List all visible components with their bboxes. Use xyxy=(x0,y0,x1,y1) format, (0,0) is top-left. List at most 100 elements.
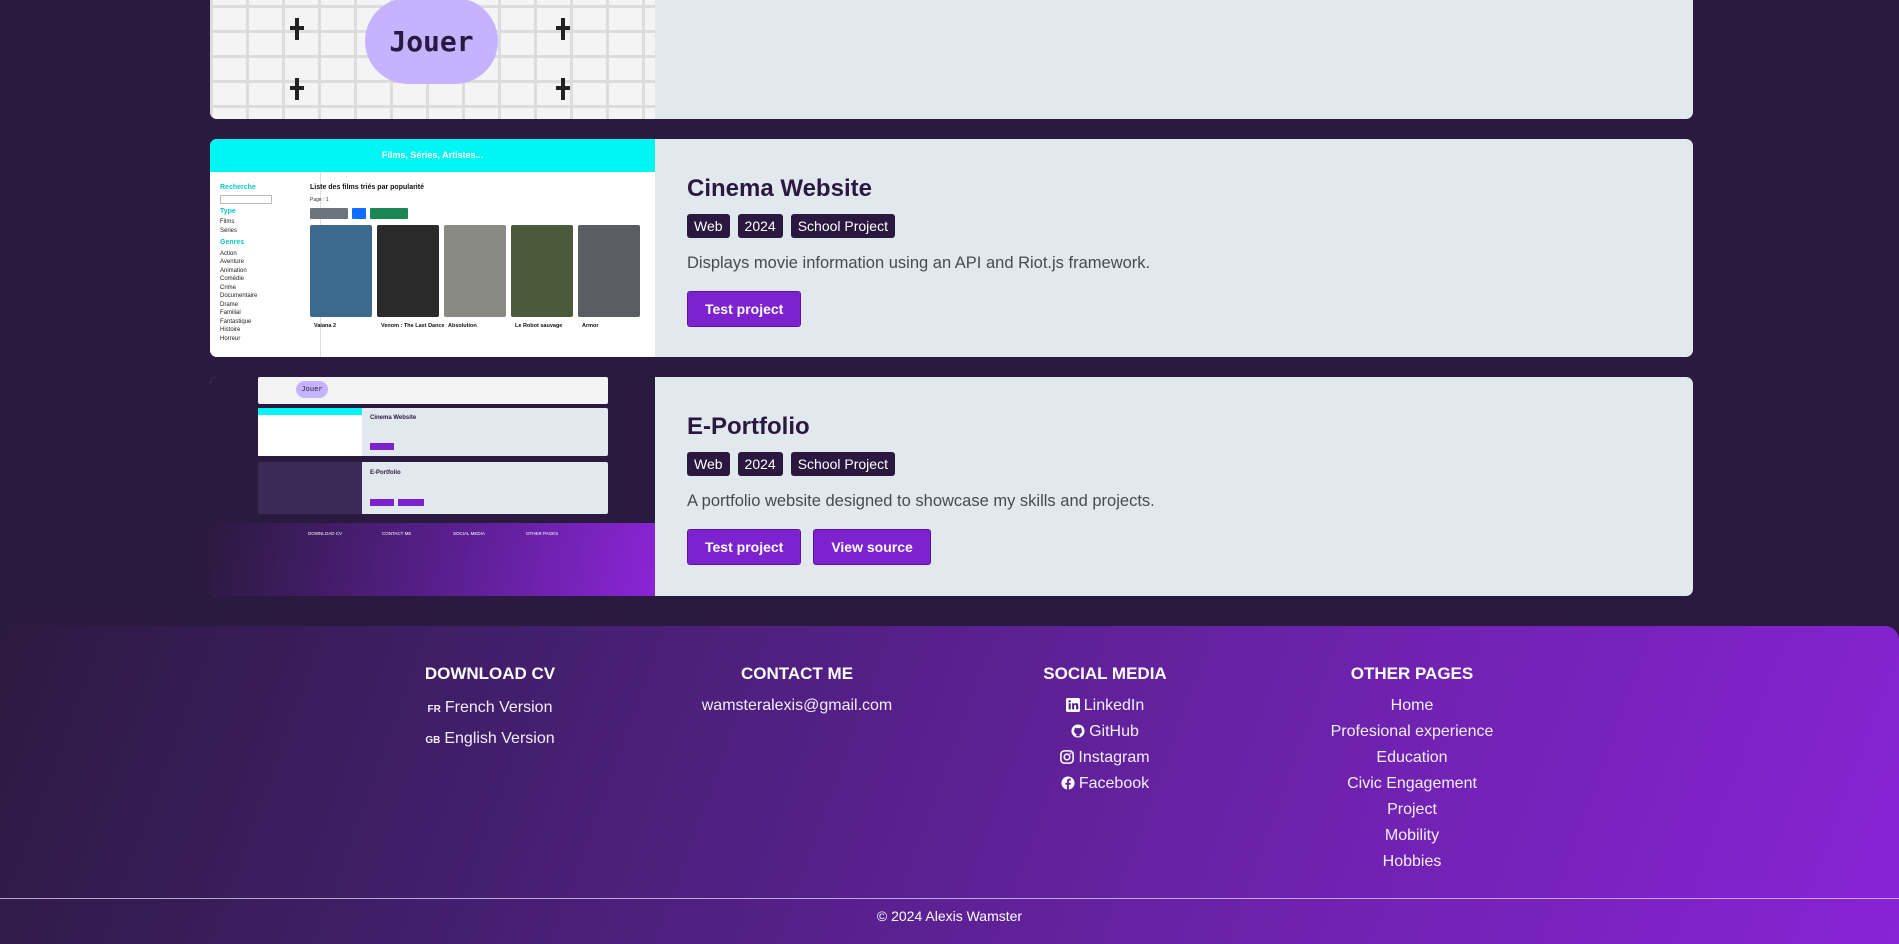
footer-contact: CONTACT ME wamsteralexis@gmail.com xyxy=(682,664,912,719)
cinema-sidebar: Recherche Type Films Séries Genres Actio… xyxy=(210,172,321,357)
mini-play-pill: Jouer xyxy=(296,381,328,398)
tag: School Project xyxy=(790,214,895,238)
mini-button xyxy=(398,499,424,506)
project-actions: Test project View source xyxy=(687,529,1155,565)
footer-download-cv: DOWNLOAD CV FR French Version GB English V… xyxy=(390,664,590,755)
sidebar-item: Fantastique xyxy=(220,318,252,325)
tag: Web xyxy=(687,452,730,476)
facebook-icon xyxy=(1061,776,1075,790)
mini-footer-col: OTHER PAGES xyxy=(526,531,559,536)
facebook-link[interactable]: Facebook xyxy=(1005,771,1205,797)
test-project-button[interactable]: Test project xyxy=(687,529,802,565)
sidebar-heading: Type xyxy=(220,207,236,215)
link-label: Facebook xyxy=(1078,775,1150,792)
footer-heading: DOWNLOAD CV xyxy=(424,664,556,683)
project-info: Cinema Website Web 2024 School Project D… xyxy=(687,175,1150,327)
nav-link-home[interactable]: Home xyxy=(1287,693,1537,719)
tag: Web xyxy=(687,214,730,238)
sidebar-item: Familial xyxy=(220,310,241,316)
mini-thumb xyxy=(258,462,362,514)
tag: School Project xyxy=(790,452,895,476)
poster-row: Vaiana 2 Venom : The Last Dance Absoluti… xyxy=(310,225,655,329)
tag: 2024 xyxy=(737,452,783,476)
cinema-header: Films, Séries, Artistes... xyxy=(210,139,655,172)
nav-link-project[interactable]: Project xyxy=(1287,797,1537,823)
gb-flag-icon: GB xyxy=(425,735,441,746)
poster-title: Absolution xyxy=(448,323,477,329)
cross-marker xyxy=(556,18,570,40)
view-source-button[interactable]: View source xyxy=(813,529,931,565)
sidebar-search-box xyxy=(220,194,272,204)
instagram-icon xyxy=(1060,750,1075,764)
tag: 2024 xyxy=(737,214,783,238)
footer-divider xyxy=(0,898,1899,899)
sidebar-item: Drame xyxy=(220,301,239,308)
sidebar-item: Crime xyxy=(220,284,236,291)
next-button xyxy=(370,208,408,219)
nav-link-civic[interactable]: Civic Engagement xyxy=(1287,771,1537,797)
footer-heading: SOCIAL MEDIA xyxy=(1043,664,1167,683)
movie-poster: Armor xyxy=(578,225,640,329)
english-cv-link[interactable]: GB English Version xyxy=(390,724,590,755)
movie-poster: Venom : The Last Dance xyxy=(377,225,445,329)
nav-link-experience[interactable]: Profesional experience xyxy=(1287,719,1537,745)
mini-footer-col: DOWNLOAD CV xyxy=(308,531,343,536)
project-thumbnail: Jouer xyxy=(210,0,655,119)
mini-thumb xyxy=(258,408,362,456)
page-indicator: Page : 1 xyxy=(310,197,329,203)
footer-other-pages: OTHER PAGES Home Profesional experience … xyxy=(1287,664,1537,875)
footer-social: SOCIAL MEDIA LinkedIn GitHub Instagram F… xyxy=(1005,664,1205,797)
movie-poster: Le Robot sauvage xyxy=(511,225,573,329)
mini-project-card: E-Portfolio xyxy=(258,462,608,514)
project-actions: Test project xyxy=(687,291,1150,327)
project-card: Jouer xyxy=(210,0,1693,119)
mini-project-card: Cinema Website xyxy=(258,408,608,456)
mini-card-title: E-Portfolio xyxy=(370,470,401,476)
sidebar-item: Aventure xyxy=(220,259,244,265)
nav-link-mobility[interactable]: Mobility xyxy=(1287,823,1537,849)
linkedin-icon xyxy=(1065,698,1080,712)
mini-footer: DOWNLOAD CV CONTACT ME SOCIAL MEDIA OTHE… xyxy=(210,523,655,596)
page-button xyxy=(352,208,366,219)
link-label: Instagram xyxy=(1078,749,1150,766)
link-label: LinkedIn xyxy=(1083,697,1145,714)
test-project-button[interactable]: Test project xyxy=(687,291,802,327)
link-label: English Version xyxy=(444,730,555,747)
sidebar-item: Horreur xyxy=(220,335,241,342)
cinema-main: Liste des films triés par popularité Pag… xyxy=(310,184,655,329)
link-label: GitHub xyxy=(1089,723,1139,740)
email-link[interactable]: wamsteralexis@gmail.com xyxy=(682,693,912,719)
nav-link-hobbies[interactable]: Hobbies xyxy=(1287,849,1537,875)
pager-buttons xyxy=(310,208,655,219)
project-thumbnail: Films, Séries, Artistes... Recherche Typ… xyxy=(210,139,655,357)
tag-list: Web 2024 School Project xyxy=(687,214,1150,238)
cross-marker xyxy=(290,78,304,100)
github-link[interactable]: GitHub xyxy=(1005,719,1205,745)
site-footer: DOWNLOAD CV FR French Version GB English V… xyxy=(0,626,1899,944)
cross-marker xyxy=(290,18,304,40)
instagram-link[interactable]: Instagram xyxy=(1005,745,1205,771)
project-info: E-Portfolio Web 2024 School Project A po… xyxy=(687,413,1155,565)
poster-title: Venom : The Last Dance xyxy=(381,323,445,329)
tag-list: Web 2024 School Project xyxy=(687,452,1155,476)
sidebar-item: Séries xyxy=(220,227,238,234)
movie-poster: Absolution xyxy=(444,225,506,329)
linkedin-link[interactable]: LinkedIn xyxy=(1005,693,1205,719)
project-card-portfolio: Jouer Cinema Website E-Portfolio DOWNLOA… xyxy=(210,377,1693,596)
sidebar-item: Animation xyxy=(220,267,247,274)
sidebar-item: Comédie xyxy=(220,276,245,282)
mini-card-title: Cinema Website xyxy=(370,415,417,421)
list-title: Liste des films triés par popularité xyxy=(310,184,424,191)
poster-title: Le Robot sauvage xyxy=(515,323,563,329)
sidebar-item: Films xyxy=(220,219,235,225)
prev-button xyxy=(310,208,348,219)
sidebar-item: Histoire xyxy=(220,327,241,333)
nav-link-education[interactable]: Education xyxy=(1287,745,1537,771)
mini-footer-col: SOCIAL MEDIA xyxy=(453,531,485,536)
french-cv-link[interactable]: FR French Version xyxy=(390,693,590,724)
project-description: Displays movie information using an API … xyxy=(687,254,1151,272)
mini-footer-col: CONTACT ME xyxy=(382,531,412,536)
sidebar-item: Documentaire xyxy=(220,293,258,299)
fr-flag-icon: FR xyxy=(427,704,441,715)
copyright-text: © 2024 Alexis Wamster xyxy=(876,908,1023,924)
